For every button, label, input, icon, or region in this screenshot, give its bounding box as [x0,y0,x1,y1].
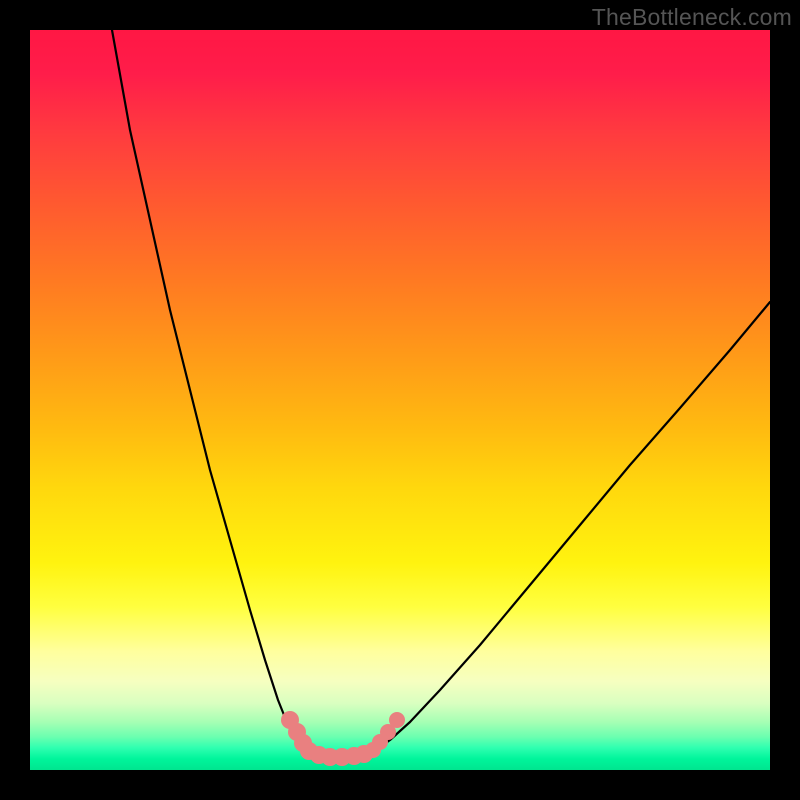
series-left-branch [112,30,313,755]
marker-right-cluster [389,712,405,728]
chart-frame: TheBottleneck.com [0,0,800,800]
watermark-text: TheBottleneck.com [592,4,792,31]
plot-area [30,30,770,770]
chart-svg [30,30,770,770]
marker-group [281,711,405,766]
series-right-branch [373,302,770,752]
series-group [112,30,770,757]
